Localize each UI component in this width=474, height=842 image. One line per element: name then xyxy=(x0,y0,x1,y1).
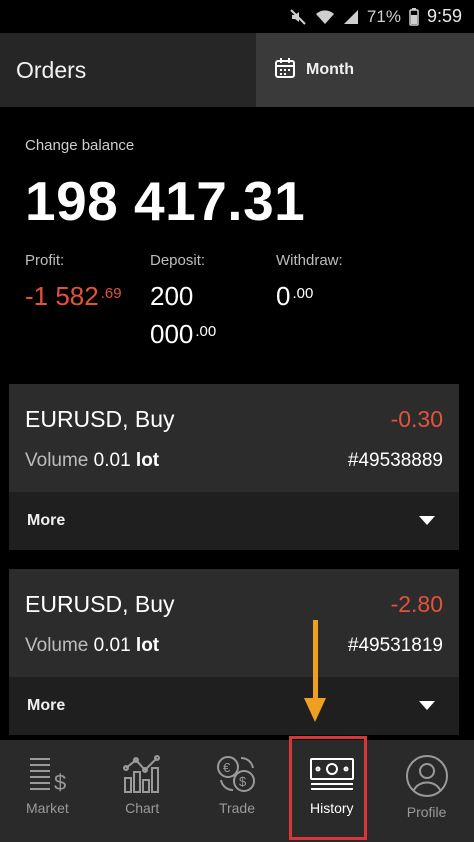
nav-label-market: Market xyxy=(26,800,69,816)
battery-icon xyxy=(409,7,419,26)
nav-label-trade: Trade xyxy=(218,800,256,816)
order-volume: Volume 0.01 lot xyxy=(25,635,160,656)
nav-label-history: History xyxy=(310,800,354,816)
calendar-icon xyxy=(274,57,296,84)
order-profit: -0.30 xyxy=(390,406,443,432)
withdraw-value: 0.00 xyxy=(276,281,314,311)
more-label: More xyxy=(27,697,66,714)
nav-item-history[interactable]: History xyxy=(284,740,379,842)
signal-icon xyxy=(343,9,359,25)
nav-item-trade[interactable]: € $ Trade xyxy=(190,740,285,842)
profit-label: Profit: xyxy=(25,252,65,269)
app-header: Orders Month xyxy=(0,33,474,107)
order-more-button[interactable]: More xyxy=(9,677,459,735)
svg-text:$: $ xyxy=(239,774,247,789)
order-ticket: #49538889 xyxy=(347,450,443,471)
order-more-button[interactable]: More xyxy=(9,492,459,550)
nav-item-market[interactable]: $ Market xyxy=(0,740,95,842)
nav-label-profile: Profile xyxy=(406,804,447,820)
balance-summary: Change balance 198 417.31 Profit: -1 582… xyxy=(0,107,474,367)
clock: 9:59 xyxy=(426,6,462,26)
order-card[interactable]: EURUSD, Buy -2.80 Volume 0.01 lot #49531… xyxy=(9,569,459,735)
chevron-down-icon xyxy=(419,701,435,710)
profile-icon xyxy=(405,755,448,797)
order-summary[interactable]: EURUSD, Buy -2.80 Volume 0.01 lot #49531… xyxy=(9,569,459,677)
battery-percent: 71% xyxy=(366,6,401,26)
order-card[interactable]: EURUSD, Buy -0.30 Volume 0.01 lot #49538… xyxy=(9,384,459,550)
period-selector-button[interactable]: Month xyxy=(256,33,474,107)
trade-icon: € $ xyxy=(216,756,255,792)
chart-icon xyxy=(123,755,161,793)
balance-label: Change balance xyxy=(25,137,135,154)
deposit-value: 200 000.00 xyxy=(150,281,217,349)
mute-icon xyxy=(289,8,307,26)
nav-label-chart: Chart xyxy=(125,800,160,816)
profit-value: -1 582.69 xyxy=(25,281,122,311)
withdraw-label: Withdraw: xyxy=(276,252,343,269)
nav-item-profile[interactable]: Profile xyxy=(379,740,474,842)
svg-text:$: $ xyxy=(54,770,66,794)
market-icon: $ xyxy=(30,758,67,794)
balance-value: 198 417.31 xyxy=(25,170,306,232)
page-title: Orders xyxy=(16,56,87,83)
order-volume: Volume 0.01 lot xyxy=(25,450,160,471)
order-summary[interactable]: EURUSD, Buy -0.30 Volume 0.01 lot #49538… xyxy=(9,384,459,492)
order-symbol: EURUSD, Buy xyxy=(25,591,175,617)
profit-stat: Profit: -1 582.69 xyxy=(25,252,122,315)
wifi-icon xyxy=(315,9,335,25)
svg-text:€: € xyxy=(223,760,231,775)
annotation-arrow-icon xyxy=(304,620,326,722)
period-label: Month xyxy=(306,61,354,78)
chevron-down-icon xyxy=(419,516,435,525)
order-ticket: #49531819 xyxy=(347,635,443,656)
bottom-navigation: $ Market Chart € $ Trade History Profile xyxy=(0,740,474,842)
order-profit: -2.80 xyxy=(390,591,443,617)
order-symbol: EURUSD, Buy xyxy=(25,406,175,432)
more-label: More xyxy=(27,512,66,529)
history-icon xyxy=(309,758,354,790)
deposit-label: Deposit: xyxy=(150,252,206,269)
deposit-stat: Deposit: 200 000.00 xyxy=(150,252,216,353)
withdraw-stat: Withdraw: 0.00 xyxy=(276,252,343,315)
nav-item-chart[interactable]: Chart xyxy=(95,740,190,842)
status-bar: 71% 9:59 xyxy=(0,0,474,33)
